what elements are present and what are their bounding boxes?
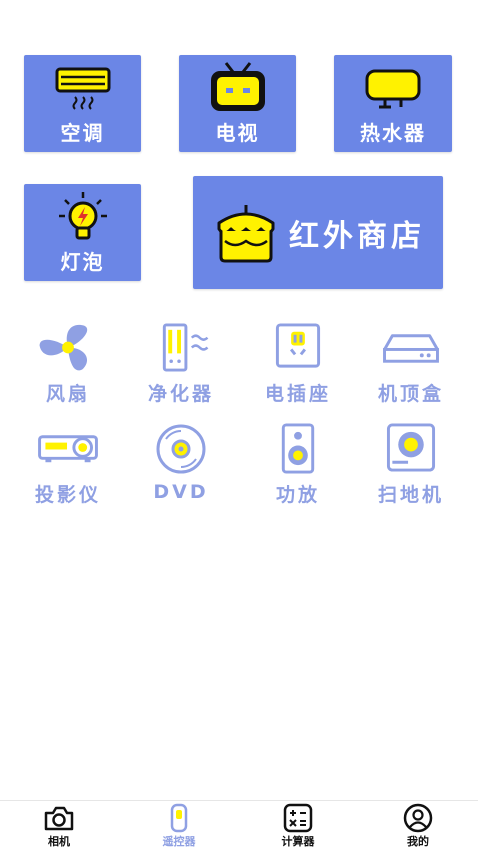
purifier-icon (162, 323, 209, 372)
device-label: 功放 (275, 484, 320, 506)
tile-light-bulb[interactable]: 灯泡 (24, 184, 141, 281)
tab-remote[interactable]: 遥控器 (139, 803, 219, 849)
fan-icon (39, 324, 88, 371)
device-robot-vacuum[interactable]: 扫地机 (356, 423, 466, 507)
remote-icon (170, 803, 188, 833)
tab-label: 我的 (407, 835, 429, 848)
device-label: 扫地机 (377, 484, 444, 506)
set-top-box-icon (383, 334, 439, 363)
dvd-icon (156, 424, 206, 474)
speaker-icon (281, 423, 315, 474)
device-socket[interactable]: 电插座 (243, 322, 353, 406)
tab-label: 计算器 (281, 835, 315, 848)
device-label: 电插座 (264, 383, 331, 405)
tab-label: 遥控器 (162, 835, 196, 848)
calculator-icon (283, 803, 313, 833)
shop-label: 红外商店 (289, 218, 425, 254)
shop-icon (217, 204, 275, 262)
projector-icon (38, 435, 98, 463)
device-label: DVD (153, 481, 209, 503)
tile-label: 空调 (60, 121, 105, 145)
tile-ir-shop[interactable]: 红外商店 (193, 176, 443, 289)
device-dvd[interactable]: DVD (126, 423, 236, 507)
device-label: 风扇 (45, 383, 90, 405)
tab-calculator[interactable]: 计算器 (258, 803, 338, 849)
socket-icon (275, 323, 321, 368)
profile-icon (403, 803, 433, 833)
device-fan[interactable]: 风扇 (13, 322, 123, 406)
device-label: 净化器 (147, 383, 214, 405)
water-heater-icon (365, 69, 421, 109)
tile-tv[interactable]: 电视 (179, 55, 296, 152)
device-label: 机顶盒 (377, 383, 444, 405)
tile-label: 电视 (215, 121, 260, 145)
tv-icon (210, 62, 265, 111)
air-conditioner-icon (55, 67, 110, 110)
device-label: 投影仪 (34, 484, 101, 506)
tab-camera[interactable]: 相机 (19, 803, 99, 849)
robot-vacuum-icon (386, 423, 436, 472)
camera-icon (44, 806, 74, 831)
tile-water-heater[interactable]: 热水器 (334, 55, 452, 152)
device-projector[interactable]: 投影仪 (13, 423, 123, 507)
tab-profile[interactable]: 我的 (378, 803, 458, 849)
device-purifier[interactable]: 净化器 (126, 322, 236, 406)
device-set-top-box[interactable]: 机顶盒 (356, 322, 466, 406)
tile-label: 热水器 (360, 121, 426, 145)
device-amplifier[interactable]: 功放 (243, 423, 353, 507)
light-bulb-icon (58, 192, 107, 240)
tile-label: 灯泡 (60, 250, 105, 274)
tab-label: 相机 (48, 835, 70, 848)
tile-air-conditioner[interactable]: 空调 (24, 55, 141, 152)
bottom-tab-bar: 相机 遥控器 计算器 我的 (0, 800, 478, 851)
